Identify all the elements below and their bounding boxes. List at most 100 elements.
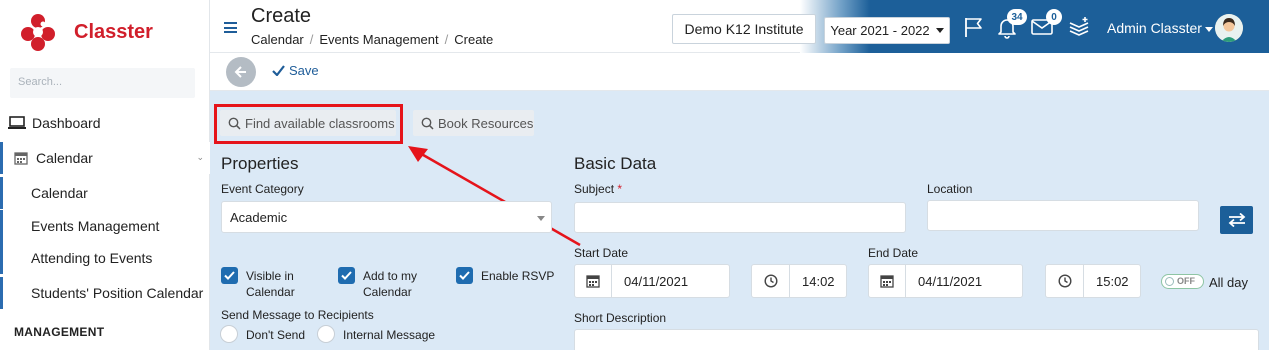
- sidebar-section-heading: MANAGEMENT: [14, 325, 105, 339]
- breadcrumb-separator: /: [444, 32, 449, 47]
- breadcrumb: Calendar / Events Management / Create: [251, 32, 493, 47]
- send-message-label: Send Message to Recipients: [221, 308, 374, 322]
- dont-send-radio[interactable]: [220, 325, 238, 343]
- short-description-label: Short Description: [574, 311, 667, 325]
- visible-in-calendar-label: Visible in Calendar: [246, 269, 295, 299]
- all-day-label: All day: [1209, 275, 1249, 290]
- action-toolbar: Save: [210, 53, 1269, 91]
- end-date-label: End Date: [868, 246, 919, 260]
- start-date-input[interactable]: 04/11/2021: [611, 264, 730, 298]
- end-date-input[interactable]: 04/11/2021: [905, 264, 1023, 298]
- sidebar-item-label: Calendar: [36, 150, 93, 166]
- location-input[interactable]: [927, 200, 1199, 231]
- search-icon: [421, 117, 434, 130]
- notifications-bell[interactable]: 34: [995, 9, 1027, 39]
- clock-icon: [763, 274, 778, 288]
- add-to-my-calendar-label: Add to my Calendar: [363, 269, 418, 299]
- sidebar-search-input[interactable]: Search...: [10, 68, 195, 98]
- user-name[interactable]: Admin Classter: [1107, 20, 1202, 36]
- subject-input[interactable]: [574, 202, 906, 233]
- all-day-toggle[interactable]: OFF: [1161, 274, 1204, 289]
- brand-logo[interactable]: Classter: [20, 10, 153, 54]
- event-category-select[interactable]: Academic: [221, 201, 552, 233]
- enable-rsvp-label: Enable RSVP: [481, 269, 555, 283]
- year-selector[interactable]: Year 2021 - 2022: [824, 17, 950, 44]
- start-time-clock-button[interactable]: [751, 264, 790, 298]
- sidebar-subitem-calendar[interactable]: Calendar: [0, 177, 210, 209]
- book-resources-button[interactable]: Book Resources: [413, 110, 534, 136]
- breadcrumb-item[interactable]: Events Management: [319, 32, 438, 47]
- calendar-icon: [14, 152, 28, 165]
- event-category-value: Academic: [230, 210, 288, 225]
- swap-arrows-icon: [1228, 213, 1245, 227]
- start-date-label: Start Date: [574, 246, 629, 260]
- start-time-input[interactable]: 14:02: [789, 264, 847, 298]
- classter-logo-icon: [21, 14, 55, 51]
- layers-plus-icon[interactable]: [1067, 15, 1091, 39]
- internal-message-radio[interactable]: [317, 325, 335, 343]
- save-button-label: Save: [289, 63, 319, 78]
- sidebar-item-calendar[interactable]: Calendar ⌄: [0, 142, 210, 174]
- required-marker: *: [617, 182, 623, 196]
- calendar-icon: [586, 275, 600, 288]
- breadcrumb-separator: /: [309, 32, 314, 47]
- top-header: Create Calendar / Events Management / Cr…: [210, 0, 1269, 53]
- check-icon: [459, 271, 470, 280]
- book-resources-label: Book Resources: [438, 115, 534, 131]
- dont-send-label: Don't Send: [246, 328, 305, 342]
- end-date-calendar-button[interactable]: [868, 264, 906, 298]
- arrow-left-icon: [234, 66, 246, 78]
- brand-name: Classter: [74, 20, 153, 43]
- end-time-input[interactable]: 15:02: [1083, 264, 1141, 298]
- caret-down-icon: [537, 216, 545, 221]
- messages-envelope[interactable]: 0: [1030, 9, 1062, 39]
- clock-icon: [1057, 274, 1072, 288]
- breadcrumb-item[interactable]: Calendar: [251, 32, 304, 47]
- user-menu-caret-icon[interactable]: [1205, 27, 1213, 32]
- page-title: Create: [251, 5, 312, 27]
- chevron-down-icon: ⌄: [196, 152, 204, 162]
- breadcrumb-item: Create: [454, 32, 494, 47]
- check-icon: [224, 271, 235, 280]
- swap-location-button[interactable]: [1220, 206, 1253, 234]
- sidebar: Classter Search... Dashboard Calendar ⌄ …: [0, 0, 210, 350]
- sidebar-subitem-label: Attending to Events: [31, 250, 153, 266]
- notifications-count-badge: 34: [1007, 9, 1027, 25]
- avatar[interactable]: [1215, 14, 1243, 42]
- properties-title: Properties: [221, 154, 299, 173]
- sidebar-subitem-attending-to-events[interactable]: Attending to Events: [0, 242, 210, 274]
- sidebar-subitem-label: Events Management: [31, 218, 160, 234]
- basic-data-title: Basic Data: [574, 154, 657, 173]
- toggle-knob: [1165, 277, 1174, 286]
- back-button[interactable]: [226, 57, 256, 87]
- sidebar-subitem-students-position-calendar[interactable]: Students' Position Calendar: [0, 277, 210, 309]
- sidebar-subitem-label: Students' Position Calendar: [31, 285, 204, 301]
- subject-label-text: Subject: [574, 182, 615, 196]
- add-to-my-calendar-checkbox[interactable]: [338, 267, 355, 284]
- annotation-arrow: [408, 146, 581, 247]
- sidebar-subitem-events-management[interactable]: Events Management: [0, 210, 210, 242]
- laptop-icon: [8, 116, 26, 129]
- calendar-icon: [880, 275, 894, 288]
- hamburger-menu-icon[interactable]: [224, 22, 237, 33]
- save-button[interactable]: Save: [272, 63, 319, 78]
- check-icon: [272, 65, 285, 76]
- end-time-clock-button[interactable]: [1045, 264, 1084, 298]
- start-date-calendar-button[interactable]: [574, 264, 612, 298]
- internal-message-label: Internal Message: [343, 328, 436, 342]
- visible-in-calendar-checkbox[interactable]: [221, 267, 238, 284]
- event-category-label: Event Category: [221, 182, 304, 196]
- sidebar-item-label: Dashboard: [32, 115, 101, 131]
- flag-icon[interactable]: [962, 15, 986, 39]
- user-avatar-icon: [1215, 14, 1243, 42]
- messages-count-badge: 0: [1046, 9, 1062, 25]
- enable-rsvp-checkbox[interactable]: [456, 267, 473, 284]
- caret-down-icon: [935, 28, 944, 33]
- subject-label: Subject *: [574, 182, 622, 196]
- year-selector-label: Year 2021 - 2022: [830, 23, 930, 38]
- institution-selector[interactable]: Demo K12 Institute: [672, 14, 816, 44]
- short-description-input[interactable]: [574, 329, 1259, 350]
- highlight-box: [214, 104, 403, 144]
- check-icon: [341, 271, 352, 280]
- sidebar-item-dashboard[interactable]: Dashboard: [0, 107, 210, 139]
